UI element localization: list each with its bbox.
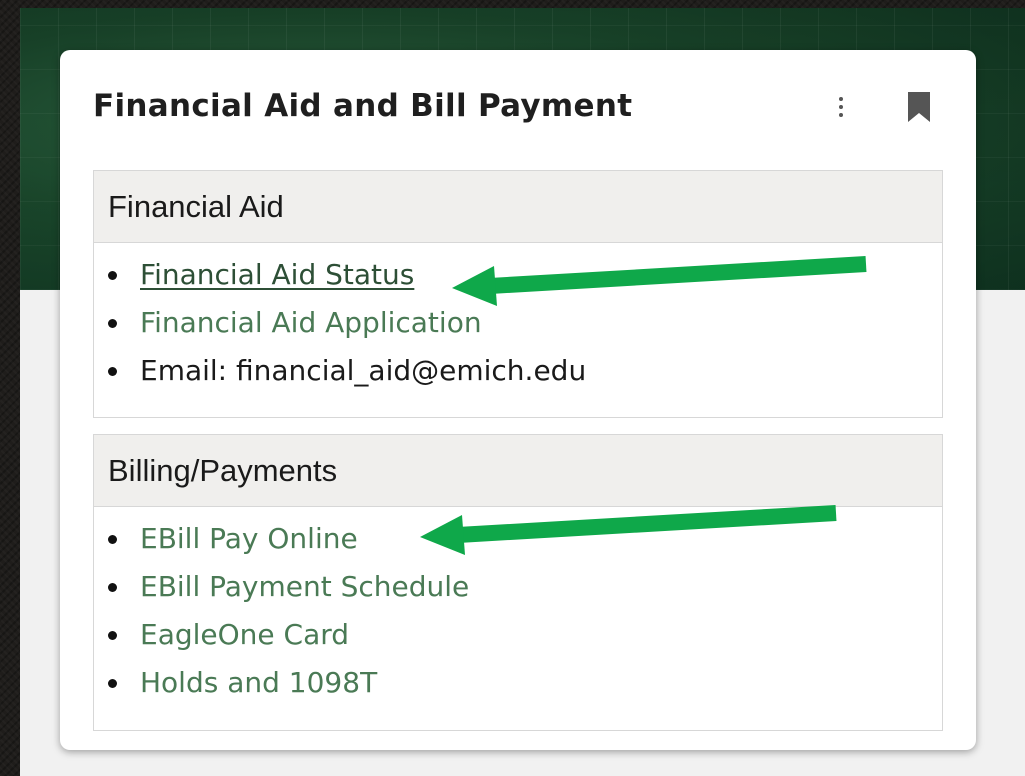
financial-aid-section: Financial Aid Financial Aid Status Finan…	[93, 170, 943, 418]
list-item: Email: financial_aid@emich.edu	[94, 347, 942, 395]
list-item: EBill Pay Online	[94, 515, 942, 563]
more-options-icon[interactable]	[830, 92, 852, 122]
billing-payments-list: EBill Pay Online EBill Payment Schedule …	[94, 507, 942, 707]
holds-and-1098t-link[interactable]: Holds and 1098T	[140, 666, 377, 699]
eagleone-card-link[interactable]: EagleOne Card	[140, 618, 349, 651]
section-header: Billing/Payments	[94, 435, 942, 507]
section-header: Financial Aid	[94, 171, 942, 243]
bullet	[108, 271, 117, 280]
financial-aid-status-link[interactable]: Financial Aid Status	[140, 258, 414, 291]
bullet	[108, 583, 117, 592]
ebill-payment-schedule-link[interactable]: EBill Payment Schedule	[140, 570, 469, 603]
financial-aid-email-text: Email: financial_aid@emich.edu	[140, 354, 587, 387]
kebab-dot	[839, 113, 843, 117]
section-heading-financial-aid: Financial Aid	[108, 188, 284, 224]
bullet	[108, 319, 117, 328]
financial-aid-card: Financial Aid and Bill Payment Financial…	[60, 50, 976, 750]
bullet	[108, 535, 117, 544]
list-item: Financial Aid Application	[94, 299, 942, 347]
ebill-pay-online-link[interactable]: EBill Pay Online	[140, 522, 358, 555]
section-heading-billing-payments: Billing/Payments	[108, 452, 338, 488]
card-title: Financial Aid and Bill Payment	[93, 88, 633, 124]
bookmark-icon[interactable]	[906, 90, 932, 124]
list-item: EagleOne Card	[94, 611, 942, 659]
kebab-dot	[839, 105, 843, 109]
list-item: Financial Aid Status	[94, 251, 942, 299]
kebab-dot	[839, 97, 843, 101]
list-item: EBill Payment Schedule	[94, 563, 942, 611]
bullet	[108, 367, 117, 376]
billing-payments-section: Billing/Payments EBill Pay Online EBill …	[93, 434, 943, 731]
bullet	[108, 631, 117, 640]
bullet	[108, 679, 117, 688]
financial-aid-application-link[interactable]: Financial Aid Application	[140, 306, 482, 339]
financial-aid-list: Financial Aid Status Financial Aid Appli…	[94, 243, 942, 395]
list-item: Holds and 1098T	[94, 659, 942, 707]
